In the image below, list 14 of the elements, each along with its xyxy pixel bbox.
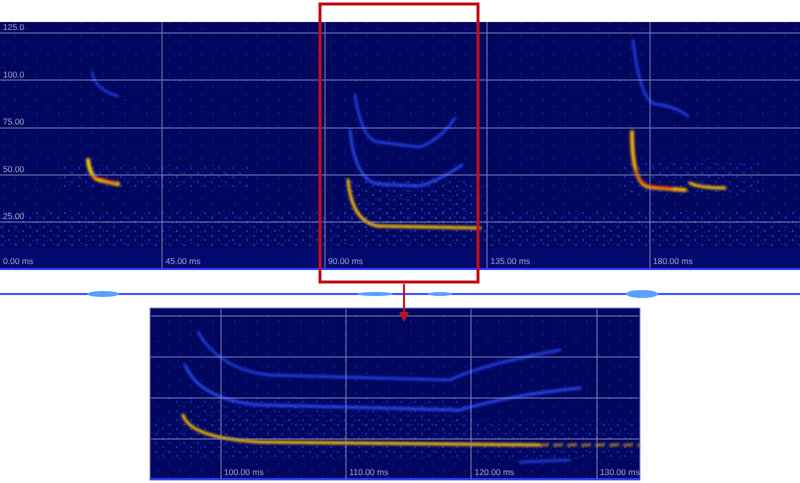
axis-label: 125.0 bbox=[3, 22, 24, 32]
axis-label: 25.00 bbox=[3, 211, 24, 222]
axis-label: 50.00 bbox=[3, 164, 24, 174]
axis-label: 100.00 ms bbox=[224, 467, 264, 477]
axis-label: 90.00 ms bbox=[328, 256, 363, 266]
axis-label: 130.00 ms bbox=[600, 467, 640, 477]
axis-label: 0.00 ms bbox=[3, 256, 34, 266]
axis-label: 45.00 ms bbox=[166, 256, 200, 266]
axis-label: 110.00 ms bbox=[349, 467, 388, 477]
axis-label: 135.00 ms bbox=[490, 256, 530, 266]
axis-label: 180.00 ms bbox=[653, 256, 693, 266]
axis-label: 75.00 bbox=[3, 116, 24, 127]
axis-label: 120.00 ms bbox=[474, 467, 514, 477]
axis-label: 100.0 bbox=[3, 69, 24, 80]
